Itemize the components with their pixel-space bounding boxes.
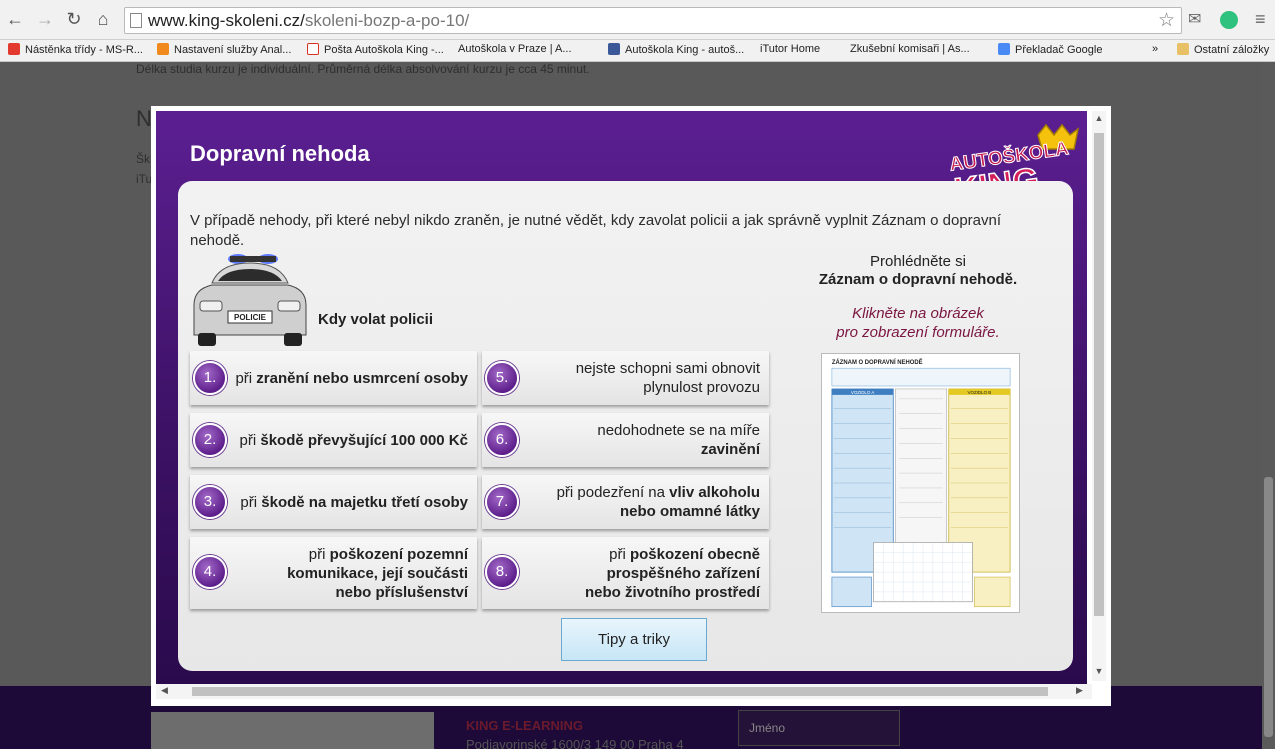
facebook-icon	[608, 43, 620, 55]
click-hint: Klikněte na obrázek pro zobrazení formul…	[808, 304, 1028, 342]
reload-icon[interactable]: ↻	[63, 9, 85, 30]
bookmark-item[interactable]: Autoškola King - autoš...	[608, 43, 744, 56]
page-scrollbar[interactable]	[1262, 62, 1275, 749]
item-number-badge: 2.	[193, 423, 227, 457]
tips-button[interactable]: Tipy a triky	[561, 618, 707, 661]
condition-item-3: 3. při škodě na majetku třetí osoby	[190, 475, 477, 529]
other-bookmarks-folder[interactable]: Ostatní záložky	[1177, 43, 1269, 56]
modal-vscroll-thumb[interactable]	[1094, 133, 1104, 616]
page-heading: N	[136, 106, 152, 131]
scroll-left-icon[interactable]: ◀	[161, 685, 168, 696]
item-number-badge: 8.	[485, 555, 519, 589]
police-car-icon: POLICIE POLICIE	[193, 254, 307, 346]
bookmark-item[interactable]: Zkušební komisaři | As...	[850, 43, 970, 117]
back-icon[interactable]: ←	[4, 9, 26, 30]
click-hint-line-2: pro zobrazení formuláře.	[836, 324, 1000, 341]
item-number-badge: 5.	[485, 361, 519, 395]
form-vehicle-b-label: VOZIDLO B	[968, 390, 992, 395]
bookmark-item[interactable]: Nastavení služby Anal...	[157, 43, 291, 56]
condition-text: při podezření na vliv alkoholu nebo omam…	[556, 484, 760, 520]
modal-horizontal-scrollbar[interactable]: ◀ ▶	[156, 684, 1092, 699]
view-line-1: Prohlédněte si	[870, 253, 966, 270]
condition-text: při zranění nebo usmrcení osoby	[235, 369, 468, 387]
footer-name-field[interactable]: Jméno	[738, 710, 900, 746]
intro-text: V případě nehody, při které nebyl nikdo …	[190, 212, 1002, 249]
bookmark-item[interactable]: Autoškola v Praze | A...	[458, 43, 572, 117]
course-length-text: Délka studia kurzu je individuální. Prům…	[136, 62, 590, 76]
bookmark-item[interactable]: Překladač Google	[998, 43, 1102, 56]
lesson-title: Dopravní nehoda	[190, 141, 370, 166]
modal-hscroll-thumb[interactable]	[192, 687, 1048, 696]
url-text[interactable]: www.king-skoleni.cz/skoleni-bozp-a-po-10…	[148, 11, 469, 31]
form-vehicle-a-label: VOZIDLO A	[851, 390, 874, 395]
scroll-right-icon[interactable]: ▶	[1076, 685, 1083, 696]
modal-vertical-scrollbar[interactable]: ▲ ▼	[1092, 111, 1106, 681]
accident-report-form-thumbnail[interactable]: ZÁZNAM O DOPRAVNÍ NEHODĚ VOZIDLO A VOZID…	[821, 353, 1020, 613]
condition-item-6: 6. nedohodnete se na míře zavinění	[482, 413, 769, 467]
page-text-fragment: Šk	[136, 152, 151, 166]
bookmark-star-icon[interactable]: ☆	[1158, 9, 1175, 32]
footer-map[interactable]	[151, 712, 434, 749]
condition-text: při škodě převyšující 100 000 Kč	[239, 431, 468, 449]
scroll-down-icon[interactable]: ▼	[1092, 666, 1106, 676]
scroll-up-icon[interactable]: ▲	[1092, 113, 1106, 123]
condition-item-5: 5. nejste schopni sami obnovit plynulost…	[482, 351, 769, 405]
condition-text: při poškození obecně prospěšného zařízen…	[585, 545, 760, 601]
menu-icon[interactable]: ≡	[1255, 9, 1266, 30]
extension-icon[interactable]	[1220, 11, 1238, 29]
bookmark-favicon-icon	[8, 43, 20, 55]
condition-item-8: 8. při poškození obecně prospěšného zaří…	[482, 537, 769, 609]
page-scrollbar-thumb[interactable]	[1264, 477, 1273, 737]
item-number-badge: 4.	[193, 555, 227, 589]
condition-item-4: 4. při poškození pozemní komunikace, jej…	[190, 537, 477, 609]
lesson-modal: Dopravní nehoda AUTOŠKOLA KING V případě…	[151, 106, 1111, 706]
address-bar[interactable]: www.king-skoleni.cz/skoleni-bozp-a-po-10…	[124, 7, 1182, 34]
page-text-fragment: iTu	[136, 172, 153, 186]
google-translate-icon	[998, 43, 1010, 55]
footer-title: KING E-LEARNING	[466, 718, 583, 733]
car-plate-label: POLICIE	[234, 313, 267, 322]
item-number-badge: 7.	[485, 485, 519, 519]
condition-text: nedohodnete se na míře zavinění	[597, 422, 760, 458]
browser-toolbar: ← → ↻ ⌂ www.king-skoleni.cz/skoleni-bozp…	[0, 0, 1275, 40]
page-icon	[130, 13, 142, 28]
bookmark-item[interactable]: iTutor Home	[760, 43, 820, 117]
condition-text: nejste schopni sami obnovit plynulost pr…	[575, 360, 760, 396]
content-card: V případě nehody, při které nebyl nikdo …	[178, 181, 1073, 671]
view-line-2: Záznam o dopravní nehodě.	[818, 271, 1018, 288]
bookmark-item[interactable]: Nástěnka třídy - MS-R...	[8, 43, 143, 56]
when-call-police-heading: Kdy volat policii	[318, 311, 434, 328]
condition-text: při škodě na majetku třetí osoby	[240, 493, 468, 511]
lesson-stage: Dopravní nehoda AUTOŠKOLA KING V případě…	[156, 111, 1087, 684]
condition-item-7: 7. při podezření na vliv alkoholu nebo o…	[482, 475, 769, 529]
mail-icon[interactable]: ✉	[1188, 9, 1201, 29]
click-hint-line-1: Klikněte na obrázek	[852, 305, 984, 322]
condition-text: při poškození pozemní komunikace, její s…	[287, 545, 468, 601]
view-form-prompt: Prohlédněte si Záznam o dopravní nehodě.	[808, 253, 1028, 289]
condition-item-2: 2. při škodě převyšující 100 000 Kč	[190, 413, 477, 467]
folder-icon	[1177, 43, 1189, 55]
gmail-icon	[307, 43, 319, 55]
bookmarks-bar: Nástěnka třídy - MS-R... Nastavení služb…	[0, 40, 1275, 117]
condition-item-1: 1. při zranění nebo usmrcení osoby	[190, 351, 477, 405]
item-number-badge: 6.	[485, 423, 519, 457]
item-number-badge: 3.	[193, 485, 227, 519]
footer-address: Podjavorinské 1600/3 149 00 Praha 4	[466, 737, 684, 749]
home-icon[interactable]: ⌂	[92, 9, 114, 30]
forward-icon[interactable]: →	[34, 9, 56, 30]
item-number-badge: 1.	[193, 361, 227, 395]
more-bookmarks-chevron[interactable]: »	[1152, 43, 1158, 55]
form-title-label: ZÁZNAM O DOPRAVNÍ NEHODĚ	[832, 358, 923, 366]
bookmark-item[interactable]: Pošta Autoškola King -...	[307, 43, 444, 56]
bookmark-favicon-icon	[157, 43, 169, 55]
